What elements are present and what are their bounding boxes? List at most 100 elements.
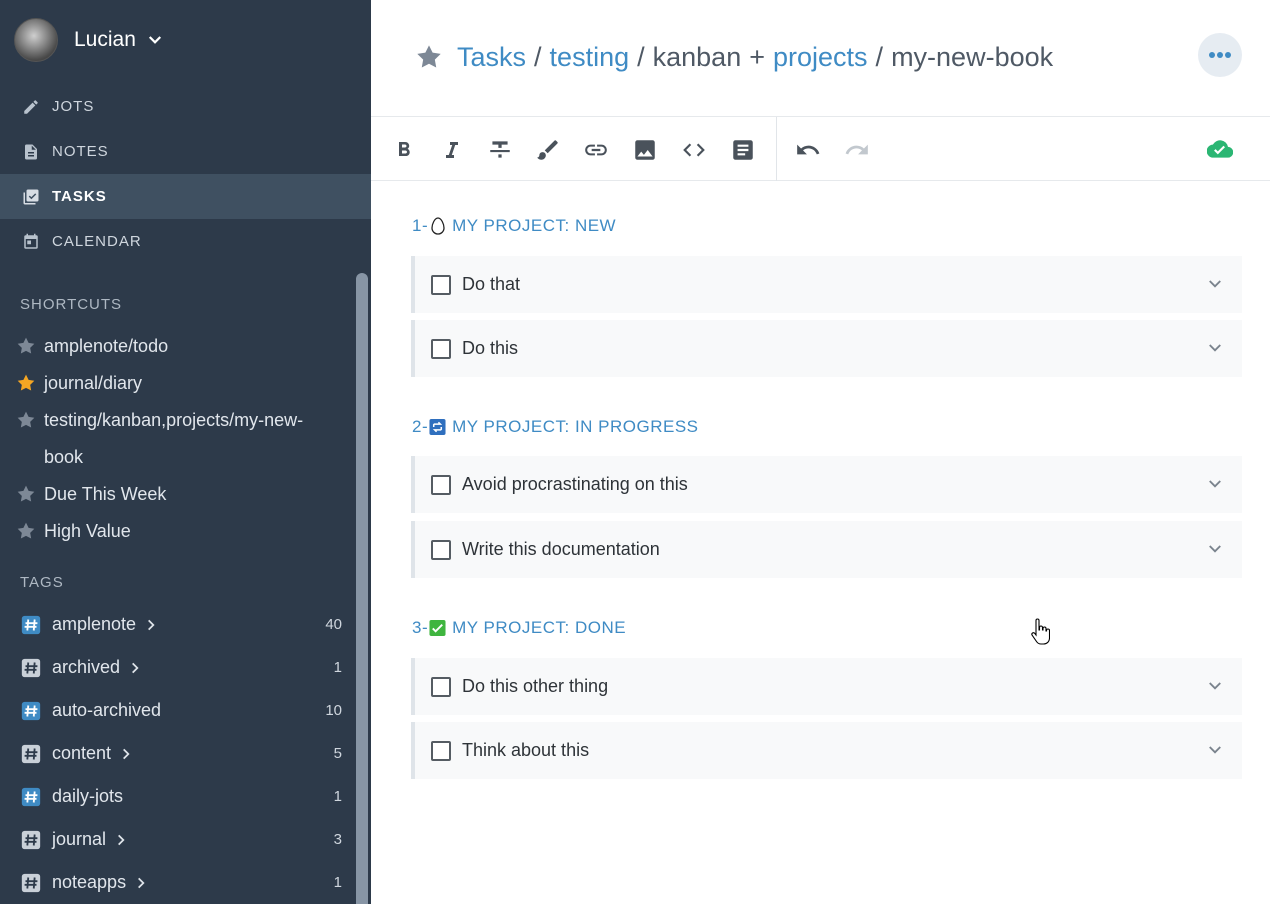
tag-label: content — [52, 743, 112, 763]
more-options-button[interactable] — [1198, 33, 1242, 77]
highlight-button[interactable] — [535, 137, 561, 163]
shortcut-item[interactable]: testing/kanban,projects/my-new-book — [16, 402, 336, 476]
task-checkbox[interactable] — [431, 274, 451, 295]
shortcut-label: journal/diary — [44, 373, 143, 393]
nav-item-notes[interactable]: NOTES — [0, 129, 371, 174]
shortcut-label: High Value — [44, 521, 131, 541]
task-item[interactable]: Write this documentation — [411, 521, 1242, 578]
breadcrumb-tag-testing[interactable]: testing — [550, 42, 630, 73]
hash-tag-icon — [21, 830, 41, 849]
nav-item-label: JOTS — [52, 98, 95, 115]
chevron-down-icon[interactable] — [1206, 540, 1224, 558]
more-horizontal-icon — [1209, 52, 1231, 58]
shortcut-item[interactable]: Due This Week — [16, 476, 336, 513]
group-title: MY PROJECT: IN PROGRESS — [452, 417, 699, 436]
task-checkbox[interactable] — [431, 539, 451, 560]
tag-item-content[interactable]: content 5 — [20, 732, 342, 775]
chevron-down-icon[interactable] — [1206, 339, 1224, 357]
chevron-right-icon[interactable] — [144, 618, 158, 632]
link-icon — [585, 144, 607, 156]
nav-item-jots[interactable]: JOTS — [0, 84, 371, 129]
breadcrumb-separator: / — [637, 41, 645, 72]
tag-item-journal[interactable]: journal 3 — [20, 818, 342, 861]
undo-button[interactable] — [795, 137, 821, 163]
shortcut-item[interactable]: High Value — [16, 513, 336, 550]
group-heading[interactable]: 1- MY PROJECT: NEW — [412, 215, 616, 237]
group-number: 1- — [412, 216, 429, 235]
chevron-right-icon[interactable] — [128, 661, 142, 675]
strikethrough-button[interactable] — [487, 137, 513, 163]
star-icon[interactable] — [415, 43, 443, 71]
egg-icon — [429, 217, 446, 236]
repeat-button-icon — [429, 418, 446, 437]
chevron-down-icon[interactable] — [1206, 741, 1224, 759]
undo-icon — [797, 144, 820, 155]
italic-icon — [446, 142, 458, 158]
tag-label: amplenote — [52, 614, 137, 634]
task-text[interactable]: Avoid procrastinating on this — [462, 474, 688, 495]
link-button[interactable] — [583, 137, 609, 163]
tags-heading: TAGS — [20, 574, 64, 591]
redo-icon — [845, 144, 868, 155]
task-text[interactable]: Write this documentation — [462, 539, 660, 560]
tag-item-amplenote[interactable]: amplenote 40 — [20, 603, 342, 646]
breadcrumb-tag-kanban: kanban — [652, 41, 742, 72]
shortcut-item[interactable]: journal/diary — [16, 365, 336, 402]
breadcrumb-tasks-link[interactable]: Tasks — [457, 42, 526, 73]
task-text[interactable]: Think about this — [462, 740, 589, 761]
task-item[interactable]: Think about this — [411, 722, 1242, 779]
task-checkbox[interactable] — [431, 474, 451, 495]
nav-item-label: NOTES — [52, 143, 109, 160]
image-button[interactable] — [632, 137, 658, 163]
task-checkbox[interactable] — [431, 338, 451, 359]
document-icon — [733, 140, 753, 160]
task-item[interactable]: Avoid procrastinating on this — [411, 456, 1242, 513]
chevron-right-icon[interactable] — [119, 747, 133, 761]
task-text[interactable]: Do this other thing — [462, 676, 608, 697]
tag-label: archived — [52, 657, 121, 677]
hash-tag-icon — [21, 787, 41, 806]
task-checkbox[interactable] — [431, 676, 451, 697]
chevron-down-icon[interactable] — [1206, 275, 1224, 293]
sidebar-scrollbar[interactable] — [356, 273, 368, 904]
code-button[interactable] — [681, 137, 707, 163]
task-text[interactable]: Do that — [462, 274, 520, 295]
shortcut-item[interactable]: amplenote/todo — [16, 328, 336, 365]
avatar[interactable] — [14, 18, 58, 62]
chevron-down-icon[interactable] — [146, 31, 164, 49]
tag-item-archived[interactable]: archived 1 — [20, 646, 342, 689]
task-text[interactable]: Do this — [462, 338, 518, 359]
tag-label: noteapps — [52, 872, 127, 892]
sync-status — [1207, 136, 1233, 162]
main-panel: Tasks / testing / kanban + projects / my… — [371, 0, 1270, 904]
note-icon — [25, 144, 37, 159]
insert-note-button[interactable] — [730, 137, 756, 163]
tag-item-auto-archived[interactable]: auto-archived 10 — [20, 689, 342, 732]
chevron-down-icon[interactable] — [1206, 677, 1224, 695]
chevron-down-icon[interactable] — [1206, 475, 1224, 493]
task-item[interactable]: Do this — [411, 320, 1242, 377]
task-checkbox[interactable] — [431, 740, 451, 761]
breadcrumb-tag-my-new-book: my-new-book — [891, 41, 1054, 72]
user-menu[interactable]: Lucian — [14, 18, 164, 62]
hash-tag-icon — [21, 658, 41, 677]
group-heading[interactable]: 3- MY PROJECT: DONE — [412, 617, 626, 639]
bold-button[interactable] — [391, 137, 417, 163]
breadcrumb-tag-projects[interactable]: projects — [773, 42, 868, 73]
redo-button[interactable] — [844, 137, 870, 163]
tag-label: journal — [52, 829, 107, 849]
nav-item-label: CALENDAR — [52, 233, 142, 250]
task-item[interactable]: Do that — [411, 256, 1242, 313]
tag-item-noteapps[interactable]: noteapps 1 — [20, 861, 342, 904]
task-item[interactable]: Do this other thing — [411, 658, 1242, 715]
group-title: MY PROJECT: DONE — [452, 618, 627, 637]
hand-pointer-icon — [1031, 618, 1050, 645]
chevron-right-icon[interactable] — [134, 876, 148, 890]
nav-item-tasks[interactable]: TASKS — [0, 174, 371, 219]
shortcut-label: amplenote/todo — [44, 336, 169, 356]
nav-item-calendar[interactable]: CALENDAR — [0, 219, 371, 264]
tag-item-daily-jots[interactable]: daily-jots 1 — [20, 775, 342, 818]
chevron-right-icon[interactable] — [114, 833, 128, 847]
group-heading[interactable]: 2- MY PROJECT: IN PROGRESS — [412, 416, 699, 438]
italic-button[interactable] — [439, 137, 465, 163]
